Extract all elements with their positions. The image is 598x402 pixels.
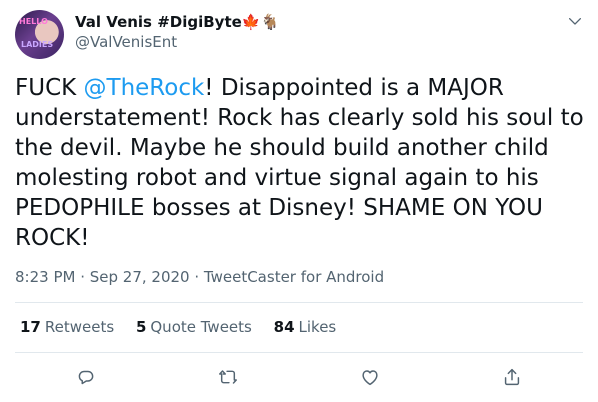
meta-separator: · <box>75 268 90 286</box>
handle[interactable]: @ValVenisEnt <box>75 32 279 52</box>
tweet-stats: 17 Retweets 5 Quote Tweets 84 Likes <box>20 317 353 337</box>
author-names[interactable]: Val Venis #DigiByte🍁🐐 @ValVenisEnt <box>75 12 279 52</box>
tweet-header: HELLO LADIES Val Venis #DigiByte🍁🐐 @ValV… <box>15 10 585 60</box>
name-badges: 🍁🐐 <box>241 13 280 31</box>
tweet-meta: 8:23 PM · Sep 27, 2020 · TweetCaster for… <box>15 267 384 287</box>
like-icon[interactable] <box>359 366 381 388</box>
retweet-icon[interactable] <box>217 366 239 388</box>
action-bar <box>0 366 598 392</box>
avatar[interactable]: HELLO LADIES <box>15 10 64 59</box>
tweet-text: FUCK @TheRock! Disappointed is a MAJOR u… <box>15 73 585 253</box>
tweet-text-part1: FUCK <box>15 75 84 101</box>
avatar-text-top: HELLO <box>19 17 48 26</box>
meta-separator: · <box>189 268 204 286</box>
divider <box>15 302 583 303</box>
tweet-date[interactable]: Sep 27, 2020 <box>90 268 190 286</box>
retweets-count: 17 <box>20 318 41 336</box>
likes-count: 84 <box>273 318 295 336</box>
chevron-down-icon[interactable] <box>567 14 583 30</box>
tweet-source[interactable]: TweetCaster for Android <box>204 268 384 286</box>
avatar-text-bottom: LADIES <box>21 40 54 49</box>
tweet-text-part2: ! Disappointed is a MAJOR understatement… <box>15 75 584 251</box>
divider <box>15 352 583 353</box>
share-icon[interactable] <box>501 366 523 388</box>
mention-link[interactable]: @TheRock <box>84 75 205 101</box>
tweet-time[interactable]: 8:23 PM <box>15 268 75 286</box>
likes-stat[interactable]: 84 Likes <box>274 317 337 337</box>
likes-label: Likes <box>298 318 337 336</box>
quote-tweets-label: Quote Tweets <box>150 318 252 336</box>
retweets-label: Retweets <box>44 318 115 336</box>
display-name[interactable]: Val Venis #DigiByte <box>75 13 242 31</box>
quote-tweets-count: 5 <box>135 318 147 336</box>
retweets-stat[interactable]: 17 Retweets <box>20 317 114 337</box>
display-name-row[interactable]: Val Venis #DigiByte🍁🐐 <box>75 12 279 32</box>
quote-tweets-stat[interactable]: 5 Quote Tweets <box>136 317 252 337</box>
reply-icon[interactable] <box>75 366 97 388</box>
